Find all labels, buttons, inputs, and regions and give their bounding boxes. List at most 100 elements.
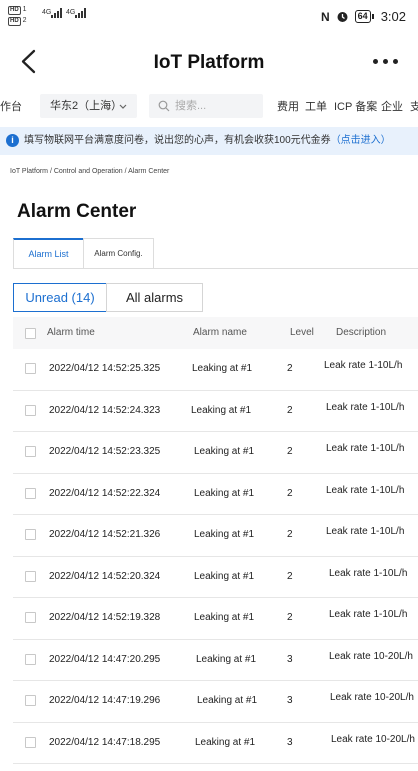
alarm-level: 3	[287, 736, 293, 748]
tab-bar: Alarm List Alarm Config.	[13, 238, 154, 269]
ticket-link[interactable]: 工单	[305, 98, 327, 114]
table-body: 2022/04/12 14:52:25.325 Leaking at #1 2 Lea…	[13, 349, 418, 764]
sim1-number: 1	[22, 6, 27, 13]
signal-icon	[75, 8, 86, 18]
alarm-name: Leaking at #1	[195, 736, 256, 748]
more-dots-icon	[372, 58, 378, 64]
alarm-name: Leaking at #1	[192, 363, 253, 374]
alarm-description: Leak rate 10-20L/h	[329, 650, 413, 662]
row-checkbox[interactable]	[25, 404, 36, 416]
table-row[interactable]: 2022/04/12 14:52:19.328 Leaking at #1 2 Lea…	[13, 598, 418, 640]
alarm-time: 2022/04/12 14:52:21.326	[49, 529, 161, 540]
info-icon: i	[6, 134, 19, 147]
alarm-time: 2022/04/12 14:52:24.323	[49, 404, 161, 416]
alarm-level: 2	[287, 570, 293, 582]
alarm-level: 2	[287, 404, 293, 416]
page-title: Alarm Center	[17, 201, 137, 222]
alarm-name: Leaking at #1	[197, 695, 258, 706]
row-checkbox[interactable]	[25, 363, 36, 374]
workbench-link[interactable]: 作台	[0, 98, 22, 114]
alarm-time: 2022/04/12 14:47:20.295	[49, 653, 161, 665]
nav-bar: IoT Platform	[0, 40, 418, 84]
header-level[interactable]: Level	[290, 327, 314, 338]
alarm-time: 2022/04/12 14:52:19.328	[49, 612, 161, 623]
alarm-description: Leak rate 1-10L/h	[326, 484, 405, 496]
alarm-time: 2022/04/12 14:47:19.296	[49, 695, 161, 706]
table-row[interactable]: 2022/04/12 14:52:20.324 Leaking at #1 2 Lea…	[13, 557, 418, 598]
alarm-description: Leak rate 1-10L/h	[329, 609, 408, 620]
status-right: N 64 3:02	[321, 9, 406, 24]
row-checkbox[interactable]	[25, 612, 36, 623]
alarm-icon	[337, 12, 348, 22]
row-checkbox[interactable]	[25, 653, 36, 665]
icp-link[interactable]: ICP 备案	[334, 98, 377, 114]
search-input[interactable]: 搜索...	[149, 94, 263, 118]
breadcrumb: IoT Platform / Control and Operation / A…	[10, 168, 170, 175]
header-description[interactable]: Description	[336, 327, 386, 338]
notice-link[interactable]: （点击进入）	[331, 135, 391, 146]
header-alarm-name[interactable]: Alarm name	[193, 327, 247, 338]
table-row[interactable]: 2022/04/12 14:52:22.324 Leaking at #1 2 Lea…	[13, 474, 418, 515]
fees-link[interactable]: 费用	[277, 98, 299, 114]
survey-notice: i 填写物联网平台满意度问卷，说出您的心声，有机会收获100元代金券（点击进入）	[0, 127, 418, 155]
row-checkbox[interactable]	[25, 736, 36, 748]
alarm-description: Leak rate 1-10L/h	[329, 567, 408, 579]
alarm-level: 2	[287, 446, 293, 457]
nav-title: IoT Platform	[153, 52, 265, 73]
sim1-indicator: HD 1	[8, 6, 27, 15]
sim2-indicator: HD 2	[8, 17, 27, 26]
alarm-name: Leaking at #1	[196, 653, 257, 665]
select-all-checkbox[interactable]	[25, 328, 36, 339]
alarm-time: 2022/04/12 14:52:23.325	[49, 446, 161, 457]
clock: 3:02	[380, 9, 406, 24]
console-top-bar: 作台 华东2（上海） 搜索... 费用 工单 ICP 备案 企业 支	[0, 92, 418, 120]
alarm-level: 2	[287, 612, 293, 623]
alarm-description: Leak rate 1-10L/h	[326, 443, 405, 454]
alarm-level: 2	[287, 363, 293, 374]
table-row[interactable]: 2022/04/12 14:47:20.295 Leaking at #1 3 Lea…	[13, 640, 418, 681]
more-button[interactable]	[368, 50, 402, 72]
tab-alarm-list[interactable]: Alarm List	[13, 238, 84, 269]
row-checkbox[interactable]	[25, 529, 36, 540]
enterprise-link[interactable]: 企业	[381, 98, 403, 114]
table-row[interactable]: 2022/04/12 14:47:19.296 Leaking at #1 3 Lea…	[13, 681, 418, 723]
alarm-name: Leaking at #1	[194, 487, 255, 499]
alarm-description: Leak rate 1-10L/h	[324, 360, 403, 371]
alarm-level: 3	[287, 653, 293, 665]
search-icon	[158, 100, 170, 112]
nfc-icon: N	[321, 9, 330, 24]
all-alarms-filter-button[interactable]: All alarms	[106, 283, 203, 312]
alarm-table: Alarm time Alarm name Level Description …	[13, 317, 418, 764]
alarm-name: Leaking at #1	[194, 529, 255, 540]
support-link[interactable]: 支	[410, 98, 418, 114]
table-row[interactable]: 2022/04/12 14:52:24.323 Leaking at #1 2 Lea…	[13, 391, 418, 432]
alarm-name: Leaking at #1	[194, 612, 255, 623]
alarm-time: 2022/04/12 14:47:18.295	[49, 736, 161, 748]
alarm-description: Leak rate 10-20L/h	[330, 692, 414, 703]
row-checkbox[interactable]	[25, 487, 36, 499]
region-selector[interactable]: 华东2（上海）	[40, 94, 137, 118]
alarm-name: Leaking at #1	[194, 570, 255, 582]
table-row[interactable]: 2022/04/12 14:52:25.325 Leaking at #1 2 Lea…	[13, 349, 418, 391]
hd-badge: HD	[8, 17, 21, 26]
network-type-2: 4G	[66, 9, 76, 16]
alarm-name: Leaking at #1	[191, 404, 252, 416]
tab-divider	[13, 268, 418, 269]
row-checkbox[interactable]	[25, 446, 36, 457]
header-alarm-time[interactable]: Alarm time	[47, 327, 95, 338]
table-row[interactable]: 2022/04/12 14:52:23.325 Leaking at #1 2 Lea…	[13, 432, 418, 474]
table-header: Alarm time Alarm name Level Description	[13, 317, 418, 349]
alarm-description: Leak rate 10-20L/h	[331, 733, 415, 745]
row-checkbox[interactable]	[25, 695, 36, 706]
row-checkbox[interactable]	[25, 570, 36, 582]
alarm-description: Leak rate 1-10L/h	[326, 526, 405, 537]
status-bar: HD 1 HD 2 4G 4G N 64 3:02	[0, 0, 418, 34]
chevron-down-icon	[119, 104, 127, 109]
alarm-name: Leaking at #1	[194, 446, 255, 457]
table-row[interactable]: 2022/04/12 14:47:18.295 Leaking at #1 3 Lea…	[13, 723, 418, 764]
region-label: 华东2（上海）	[50, 100, 123, 112]
tab-alarm-config[interactable]: Alarm Config.	[83, 238, 154, 269]
unread-filter-button[interactable]: Unread (14)	[13, 283, 107, 312]
alarm-time: 2022/04/12 14:52:25.325	[49, 363, 161, 374]
table-row[interactable]: 2022/04/12 14:52:21.326 Leaking at #1 2 Lea…	[13, 515, 418, 557]
